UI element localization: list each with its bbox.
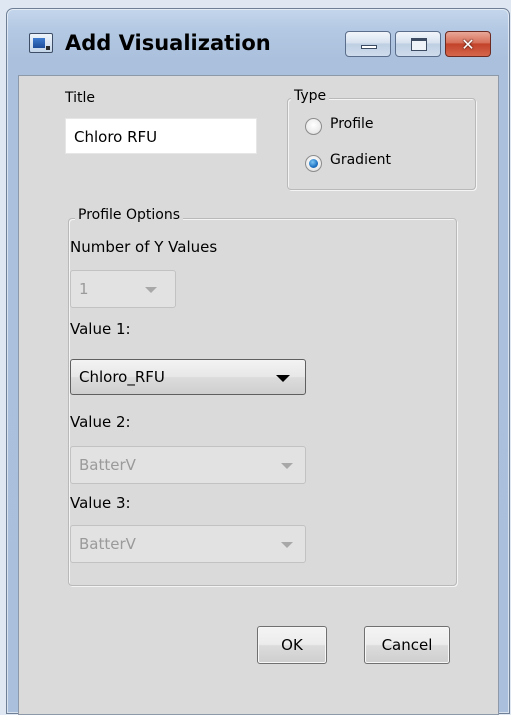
minimize-icon (361, 45, 377, 49)
type-group-title: Type (291, 88, 330, 104)
gradient-radio[interactable] (305, 155, 322, 172)
chevron-down-icon (145, 287, 157, 293)
title-label: Title (65, 90, 96, 106)
close-icon: ✕ (461, 34, 475, 54)
chevron-down-icon (276, 375, 290, 382)
ok-button[interactable]: OK (257, 626, 327, 664)
value2-combo[interactable]: BatterV (70, 446, 306, 484)
value3-label: Value 3: (70, 494, 131, 512)
cancel-button[interactable]: Cancel (364, 626, 450, 664)
value1-label: Value 1: (70, 320, 131, 338)
value2-selected: BatterV (79, 456, 136, 474)
value2-label: Value 2: (70, 413, 131, 431)
value3-combo[interactable]: BatterV (70, 525, 306, 563)
title-input[interactable]: Chloro RFU (65, 118, 257, 154)
profile-radio[interactable] (305, 118, 322, 135)
maximize-icon (411, 38, 427, 51)
value1-selected: Chloro_RFU (79, 368, 165, 386)
value3-selected: BatterV (79, 535, 136, 553)
minimize-button[interactable] (345, 31, 391, 57)
num-y-values-value: 1 (79, 280, 89, 298)
value1-combo[interactable]: Chloro_RFU (70, 359, 306, 395)
maximize-button[interactable] (395, 31, 441, 57)
chevron-down-icon (281, 542, 293, 548)
num-y-values-combo[interactable]: 1 (70, 270, 176, 308)
type-group (287, 98, 476, 190)
profile-radio-label[interactable]: Profile (330, 116, 374, 132)
title-bar[interactable]: Add Visualization ✕ (7, 9, 509, 75)
window-title: Add Visualization (65, 31, 271, 55)
gradient-radio-label[interactable]: Gradient (330, 152, 391, 168)
num-y-values-label: Number of Y Values (70, 238, 218, 256)
chevron-down-icon (281, 463, 293, 469)
app-window-icon[interactable] (29, 33, 53, 53)
dialog-client-area: Title Chloro RFU Type Profile Gradient P… (18, 75, 499, 715)
close-button[interactable]: ✕ (445, 31, 491, 57)
profile-options-title: Profile Options (75, 207, 183, 223)
dialog-window: Add Visualization ✕ Title Chloro RFU Typ… (6, 8, 510, 715)
